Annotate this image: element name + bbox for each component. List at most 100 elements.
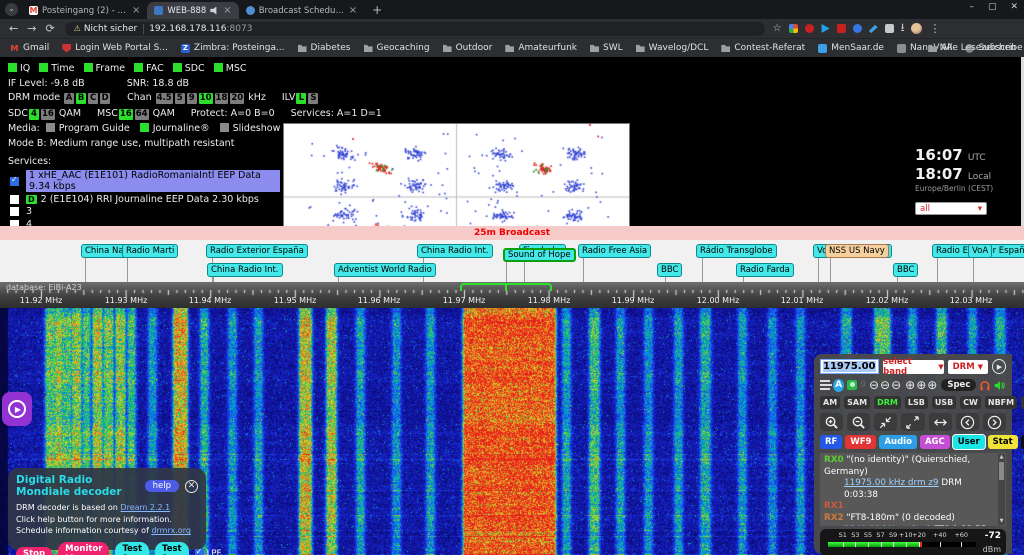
panel-tab-wf9[interactable]: WF9 [845, 435, 876, 449]
mode-button-sam[interactable]: SAM [844, 396, 870, 409]
panel-expand-button[interactable]: ▶ [2, 392, 32, 426]
back-icon[interactable]: ← [9, 22, 18, 35]
kebab-menu-icon[interactable]: ⋮ [929, 22, 940, 35]
frequency-input[interactable]: 11975.00 [820, 359, 879, 374]
station-label[interactable]: Sound of Hope [503, 248, 576, 262]
bookmark-item[interactable]: SWL [590, 43, 623, 53]
address-bar[interactable]: ⚠Nicht sicher 192.168.178.116:8073 [65, 22, 765, 36]
zoom-out-buttons[interactable]: ⊖⊖⊖ [869, 378, 902, 392]
browser-tab[interactable]: MPosteingang (2) - kim.huebel× [22, 2, 147, 19]
dream-link[interactable]: Dream 2.2.1 [120, 503, 170, 512]
minimize-icon[interactable]: – [969, 2, 974, 12]
gmail-extension-icon[interactable] [837, 24, 846, 33]
facebook-extension-icon[interactable] [853, 24, 862, 33]
service-row[interactable]: 1 xHE_AAC (E1E101) RadioRomaniaIntl EEP … [8, 170, 280, 192]
station-label[interactable]: Rádio Transglobe [696, 244, 777, 258]
station-label[interactable]: Radio Free Asia [578, 244, 651, 258]
station-label[interactable]: VoA [968, 244, 992, 258]
pen-extension-icon[interactable] [869, 24, 878, 33]
bookmark-item[interactable]: Amateurfunk [505, 43, 577, 53]
profile-avatar[interactable] [911, 23, 922, 34]
menu-icon[interactable] [820, 380, 830, 390]
help-button[interactable]: help [145, 480, 179, 492]
panel-tab-rf[interactable]: RF [820, 435, 842, 449]
tab-close-icon[interactable]: × [223, 6, 231, 16]
mode-button-cw[interactable]: CW [960, 396, 981, 409]
bookmark-item[interactable]: Geocaching [364, 43, 430, 53]
decoder-close-icon[interactable]: ✕ [185, 480, 198, 493]
panel-tab-stat[interactable]: Stat [988, 435, 1018, 449]
frequency-scale[interactable]: database: EiBi-A23 11.92 MHz11.93 MHz11.… [0, 282, 1024, 308]
download-icon[interactable]: ⭳ [901, 19, 905, 38]
play-extension-icon[interactable] [821, 24, 830, 33]
page-left-icon[interactable] [956, 413, 979, 431]
service-row[interactable]: D2 (E1E104) RRI Journaline EEP Data 2.30… [8, 194, 280, 205]
mode-button-usb[interactable]: USB [932, 396, 956, 409]
zoom-to-band-icon[interactable] [874, 413, 897, 431]
spectrum-button[interactable]: Spec [941, 379, 976, 391]
schedule-filter-select[interactable]: all▾ [915, 202, 987, 215]
extension-select[interactable]: DRM▼ [948, 360, 988, 374]
youtube-extension-icon[interactable] [805, 24, 814, 33]
service-checkbox[interactable] [10, 177, 19, 186]
headphones-icon[interactable] [979, 379, 991, 392]
all-bookmarks-button[interactable]: Alle Lesezeichen [928, 43, 1016, 53]
test2-button[interactable]: Test 2 [155, 542, 189, 555]
service-row[interactable]: 3 [8, 206, 280, 217]
bookmark-item[interactable]: Outdoor [443, 43, 493, 53]
rx-frequency-link[interactable]: 11975.00 kHz drm z9 [844, 478, 939, 488]
camera-icon[interactable] [847, 380, 857, 390]
rx-frequency-link[interactable]: 1840.00 kHz usb z0 [844, 525, 931, 526]
security-indicator[interactable]: ⚠Nicht sicher [74, 24, 145, 34]
station-label[interactable]: NSS US Navy [825, 244, 889, 258]
forward-icon[interactable]: → [27, 22, 36, 35]
station-label[interactable]: Radio Exterior España [206, 244, 308, 258]
drmrx-link[interactable]: drmrx.org [151, 526, 191, 535]
mode-button-nbfm[interactable]: NBFM [985, 396, 1017, 409]
station-label[interactable]: Radio Farda [736, 263, 794, 277]
bookmark-star-icon[interactable]: ☆ [773, 23, 782, 34]
mode-button-drm[interactable]: DRM [874, 396, 901, 409]
close-icon[interactable]: ✕ [1010, 2, 1018, 12]
monitor-iq-button[interactable]: Monitor IQ [58, 542, 109, 555]
bookmark-item[interactable]: Wavelog/DCL [636, 43, 709, 53]
panel-tab-audio[interactable]: Audio [879, 435, 916, 449]
bookmark-item[interactable]: Diabetes [298, 43, 351, 53]
google-extension-icon[interactable] [789, 24, 798, 33]
lpf-checkbox[interactable]: LPF [195, 549, 222, 555]
service-checkbox[interactable] [10, 207, 19, 216]
service-checkbox[interactable] [10, 195, 19, 204]
page-right-icon[interactable] [983, 413, 1006, 431]
audio-fft-icon[interactable]: A [833, 379, 844, 392]
tab-close-icon[interactable]: × [349, 6, 357, 16]
bookmark-item[interactable]: Login Web Portal S... [62, 43, 168, 53]
station-label[interactable]: China Radio Int. [417, 244, 493, 258]
zoom-full-icon[interactable] [901, 413, 924, 431]
station-label[interactable]: Radio Marti [122, 244, 178, 258]
browser-tab[interactable]: Broadcast Schedule - Digital R× [239, 2, 364, 19]
tab-search-icon[interactable]: ⌄ [5, 3, 18, 16]
test1-button[interactable]: Test 1 [115, 542, 149, 555]
new-tab-button[interactable]: + [372, 2, 382, 19]
bookmark-item[interactable]: MenSaar.de [818, 43, 884, 53]
panel-tab-agc[interactable]: AGC [920, 435, 950, 449]
station-label[interactable]: China Radio Int. [207, 263, 283, 277]
station-label[interactable]: BBC [893, 263, 918, 277]
stop-button[interactable]: Stop [16, 547, 52, 555]
reload-icon[interactable]: ⟳ [45, 22, 54, 35]
mode-button-am[interactable]: AM [820, 396, 840, 409]
bookmark-item[interactable]: MGmail [10, 43, 49, 53]
panel-tab-user[interactable]: User [953, 435, 985, 449]
bookmark-item[interactable]: Contest-Referat [721, 43, 805, 53]
station-label[interactable]: Adventist World Radio [334, 263, 436, 277]
panel-tab-off[interactable]: Off [1021, 435, 1024, 449]
zoom-in-icon[interactable] [820, 413, 843, 431]
list-scrollbar[interactable]: ▲▼ [998, 454, 1005, 525]
tab-close-icon[interactable]: × [132, 6, 140, 16]
zoom-in-buttons[interactable]: ⊕⊕⊕ [905, 378, 938, 392]
zoom-out-icon[interactable] [847, 413, 870, 431]
speaker-icon[interactable] [994, 379, 1006, 392]
extensions-puzzle-icon[interactable] [885, 24, 894, 33]
bookmark-item[interactable]: ZZimbra: Posteinga... [181, 43, 285, 53]
mode-button-lsb[interactable]: LSB [905, 396, 928, 409]
